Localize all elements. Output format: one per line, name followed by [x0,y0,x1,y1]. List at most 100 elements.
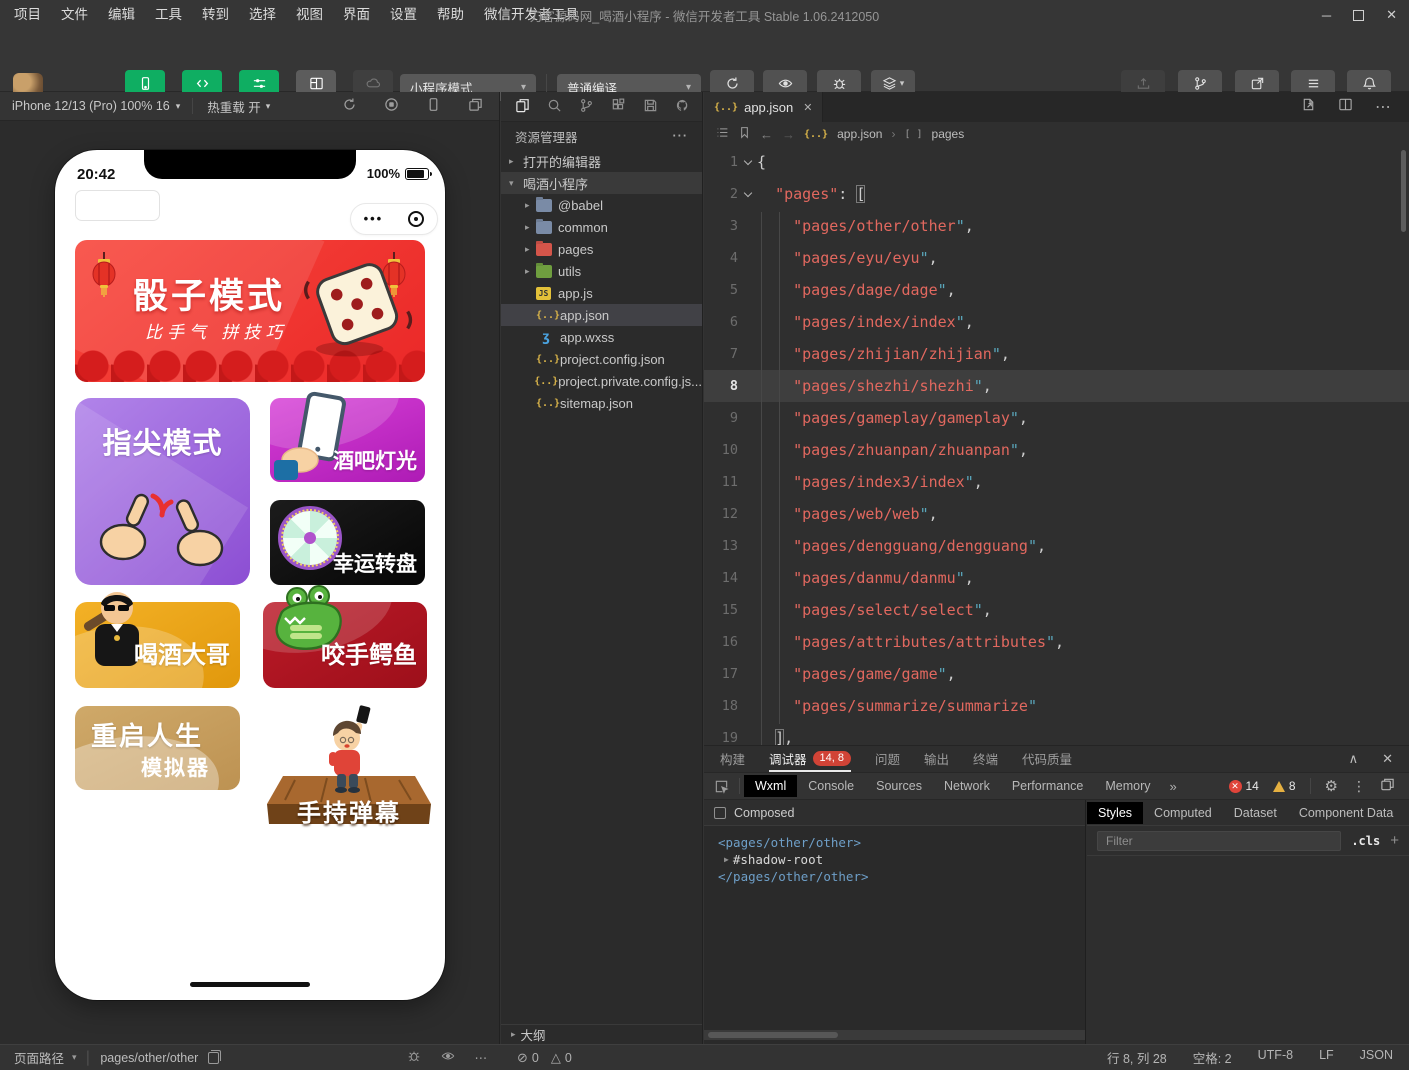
collapse-panel-icon[interactable]: ∧ [1349,751,1359,767]
close-icon[interactable]: ✕ [803,101,812,114]
kebab-menu-icon[interactable]: ⋮ [1352,778,1366,795]
panel-tab-终端[interactable]: 终端 [973,746,998,772]
code-line-14[interactable]: 14 "pages/danmu/danmu", [704,562,1409,594]
menu-item-8[interactable]: 设置 [380,0,427,30]
menu-item-9[interactable]: 帮助 [427,0,474,30]
tile-handheld-danmu[interactable]: 手持弹幕 [265,700,433,830]
vconsole-bug-icon[interactable] [407,1049,421,1066]
tile-drinking-bro[interactable]: 喝酒大哥 [75,602,240,688]
code-line-3[interactable]: 3 "pages/other/other", [704,210,1409,242]
problems-indicator[interactable]: ⊘0 △0 [501,1050,703,1066]
menu-item-6[interactable]: 视图 [286,0,333,30]
add-style-icon[interactable]: + [1390,832,1399,849]
composed-checkbox[interactable] [714,807,726,819]
wxml-tree[interactable]: <pages/other/other> ▶ #shadow-root </pag… [704,826,1085,885]
files-icon[interactable] [515,98,530,116]
record-icon[interactable] [384,97,399,115]
more-actions-icon[interactable]: ⋯ [1375,97,1391,117]
breadcrumb-node[interactable]: pages [932,127,965,141]
code-line-9[interactable]: 9 "pages/gameplay/gameplay", [704,402,1409,434]
code-line-19[interactable]: 19 ], [704,722,1409,745]
menu-item-2[interactable]: 编辑 [98,0,145,30]
maximize-button[interactable] [1353,10,1364,21]
horizontal-scrollbar[interactable] [704,1030,1085,1040]
code-editor[interactable]: 1{2 "pages": [3 "pages/other/other",4 "p… [704,146,1409,745]
file-item-pages[interactable]: ▸pages [501,238,702,260]
fold-chevron-icon[interactable] [743,188,751,196]
file-item-project.config.json[interactable]: {..}project.config.json [501,348,702,370]
menu-item-4[interactable]: 转到 [192,0,239,30]
fold-chevron-icon[interactable] [743,156,751,164]
nav-back-icon[interactable]: ← [760,127,773,142]
dock-side-icon[interactable] [1380,777,1395,795]
status-item-4[interactable]: JSON [1360,1048,1393,1067]
menu-item-5[interactable]: 选择 [239,0,286,30]
code-line-2[interactable]: 2 "pages": [ [704,178,1409,210]
panel-tab-构建[interactable]: 构建 [720,746,745,772]
detach-window-icon[interactable] [468,97,483,115]
outline-section[interactable]: ▸ 大纲 [501,1024,702,1044]
code-line-5[interactable]: 5 "pages/dage/dage", [704,274,1409,306]
wxml-open-tag[interactable]: <pages/other/other> [718,834,1085,851]
devtools-tab-Network[interactable]: Network [933,775,1001,797]
menu-item-7[interactable]: 界面 [333,0,380,30]
wxml-close-tag[interactable]: </pages/other/other> [718,868,1085,885]
page-path-label[interactable]: 页面路径 [14,1048,64,1067]
exit-target-icon[interactable] [408,211,424,227]
styles-tab-Styles[interactable]: Styles [1087,802,1143,824]
warning-counter[interactable]: 8 [1273,779,1296,793]
hot-reload-toggle[interactable]: 热重载 开 ▾ [193,97,284,116]
save-file-icon[interactable] [643,98,658,116]
code-line-13[interactable]: 13 "pages/dengguang/dengguang", [704,530,1409,562]
file-item-utils[interactable]: ▸utils [501,260,702,282]
code-line-16[interactable]: 16 "pages/attributes/attributes", [704,626,1409,658]
file-item-app.json[interactable]: {..}app.json [501,304,702,326]
tab-overflow-icon[interactable]: » [1162,779,1185,794]
close-button[interactable]: ✕ [1386,7,1397,23]
code-line-12[interactable]: 12 "pages/web/web", [704,498,1409,530]
device-select[interactable]: iPhone 12/13 (Pro) 100% 16 ▾ [0,99,192,113]
tile-bar-light[interactable]: 酒吧灯光 [270,398,425,482]
open-editors-section[interactable]: ▸ 打开的编辑器 [501,150,702,172]
split-editor-icon[interactable] [1338,97,1353,117]
file-item-sitemap.json[interactable]: {..}sitemap.json [501,392,702,414]
search-icon[interactable] [547,98,562,116]
github-icon[interactable] [675,98,690,116]
git-branch-icon[interactable] [579,98,594,116]
status-item-1[interactable]: 空格: 2 [1193,1048,1232,1067]
panel-tab-代码质量[interactable]: 代码质量 [1022,746,1072,772]
status-item-3[interactable]: LF [1319,1048,1334,1067]
error-counter[interactable]: ✕14 [1229,779,1259,793]
minimize-button[interactable]: ─ [1322,8,1331,23]
code-line-10[interactable]: 10 "pages/zhuanpan/zhuanpan", [704,434,1409,466]
gear-icon[interactable]: ⚙ [1325,777,1338,795]
project-section[interactable]: ▾ 喝酒小程序 [501,172,702,194]
tile-restart-life[interactable]: 重启人生 模拟器 [75,706,240,790]
nav-forward-icon[interactable]: → [782,127,795,142]
code-line-8[interactable]: 8 "pages/shezhi/shezhi", [704,370,1409,402]
code-line-1[interactable]: 1{ [704,146,1409,178]
panel-tab-调试器[interactable]: 调试器14, 8 [769,746,851,772]
filter-input[interactable] [1097,831,1341,851]
eye-icon[interactable] [441,1049,455,1066]
device-frame-icon[interactable] [426,97,441,115]
file-item-@babel[interactable]: ▸@babel [501,194,702,216]
code-line-17[interactable]: 17 "pages/game/game", [704,658,1409,690]
shadow-root-node[interactable]: ▶ #shadow-root [718,851,1085,868]
editor-scrollbar[interactable] [1401,150,1406,232]
code-line-6[interactable]: 6 "pages/index/index", [704,306,1409,338]
status-item-2[interactable]: UTF-8 [1258,1048,1293,1067]
code-line-18[interactable]: 18 "pages/summarize/summarize" [704,690,1409,722]
devtools-tab-Performance[interactable]: Performance [1001,775,1095,797]
breadcrumb[interactable]: ← → {..} app.json › [ ] pages [704,122,1409,146]
open-preview-icon[interactable] [1301,97,1316,117]
panel-tab-问题[interactable]: 问题 [875,746,900,772]
panel-tab-输出[interactable]: 输出 [924,746,949,772]
devtools-tab-Wxml[interactable]: Wxml [744,775,797,797]
styles-tab-Dataset[interactable]: Dataset [1223,802,1288,824]
close-panel-icon[interactable]: ✕ [1382,751,1393,767]
file-item-app.js[interactable]: JSapp.js [501,282,702,304]
code-line-15[interactable]: 15 "pages/select/select", [704,594,1409,626]
breadcrumb-file[interactable]: app.json [837,127,882,141]
devtools-tab-Memory[interactable]: Memory [1094,775,1161,797]
